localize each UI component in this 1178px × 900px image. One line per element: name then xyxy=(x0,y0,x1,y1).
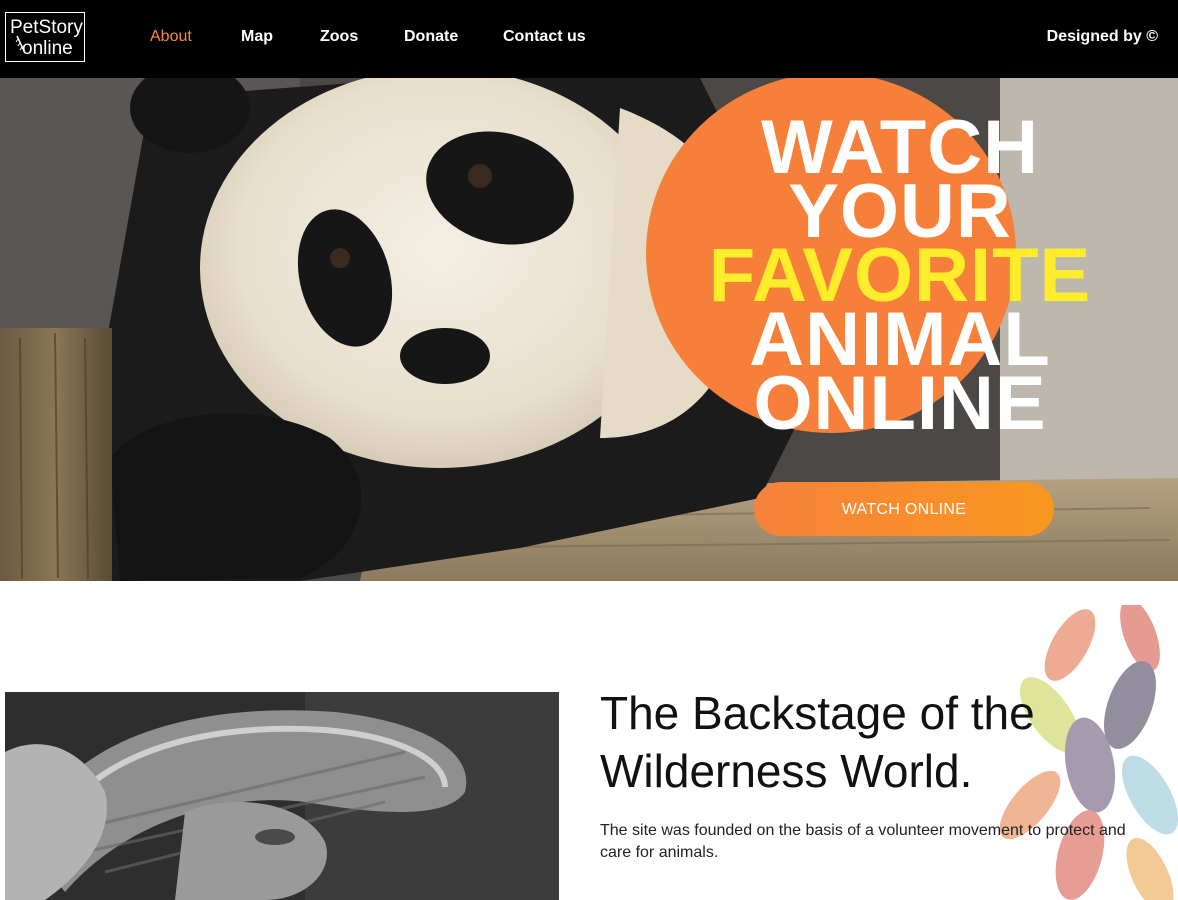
about-heading: The Backstage of the Wilderness World. xyxy=(600,684,1120,800)
top-navbar: PetStory online About Map Zoos Donate Co… xyxy=(0,0,1178,78)
nav-zoos[interactable]: Zoos xyxy=(320,28,358,46)
about-heading-line2: Wilderness World. xyxy=(600,745,973,797)
nav-map[interactable]: Map xyxy=(241,28,273,46)
about-heading-line1: The Backstage of the xyxy=(600,687,1035,739)
nav-about[interactable]: About xyxy=(150,28,192,46)
site-logo[interactable]: PetStory online xyxy=(5,12,85,62)
hero-headline: WATCH YOUR FAVORITE ANIMAL ONLINE xyxy=(690,110,1110,442)
farmer-image xyxy=(5,692,559,900)
nav-contact-us[interactable]: Contact us xyxy=(503,28,586,46)
designer-credit: Designed by © xyxy=(1046,28,1158,45)
about-description: The site was founded on the basis of a v… xyxy=(600,822,1126,861)
hero-banner: WATCH YOUR FAVORITE ANIMAL ONLINE WATCH … xyxy=(0,78,1178,581)
nav-donate[interactable]: Donate xyxy=(404,28,458,46)
farmer-photo xyxy=(5,692,559,900)
logo-text-line2-wrap: online xyxy=(10,35,84,59)
watch-online-button[interactable]: WATCH ONLINE xyxy=(754,482,1054,536)
logo-text-line2: online xyxy=(22,38,73,59)
feather-icon xyxy=(15,35,26,54)
